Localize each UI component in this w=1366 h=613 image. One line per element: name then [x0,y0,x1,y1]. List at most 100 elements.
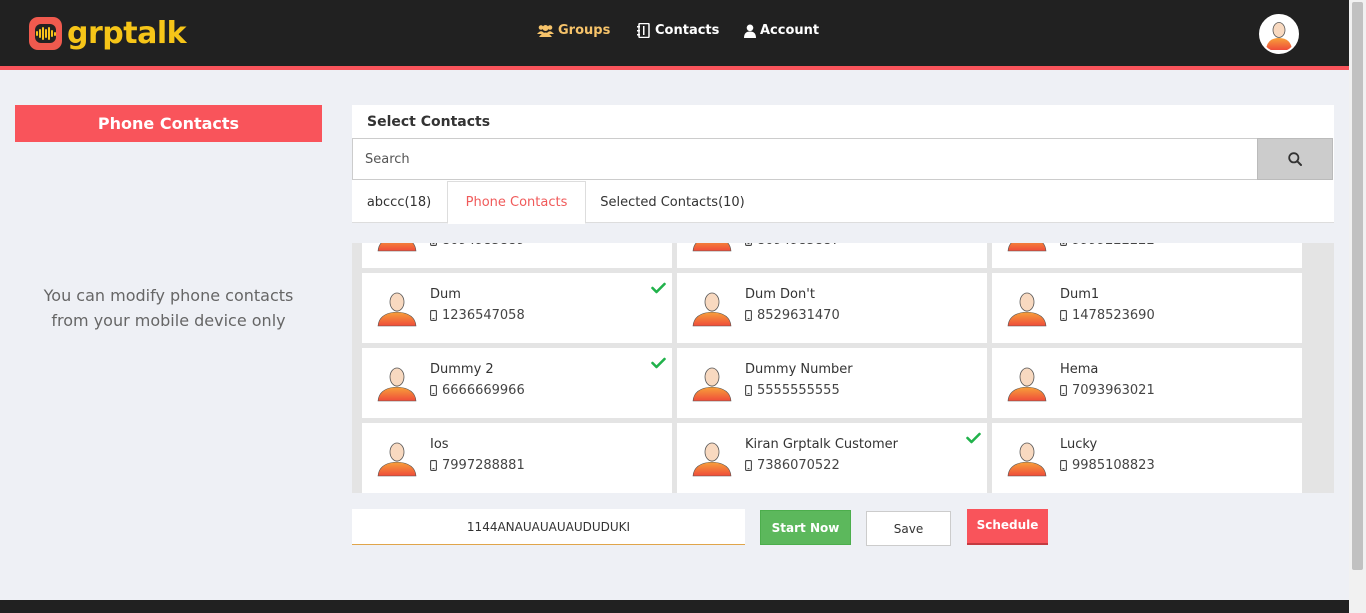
note-line-1: You can modify phone contacts [43,286,294,305]
nav-contacts-label: Contacts [655,23,720,38]
contact-avatar [377,366,417,402]
contact-avatar [377,243,417,252]
contact-phone-number: 9999222222 [1072,243,1155,248]
contact-avatar [1007,291,1047,327]
grid-scrollbar[interactable] [1304,243,1334,493]
contact-phone: 7093963021 [1060,383,1155,398]
mobile-icon [430,385,437,396]
contact-phone: 8094985889 [430,243,525,248]
start-now-button[interactable]: Start Now [760,510,851,545]
contact-avatar-icon [1007,243,1047,252]
address-book-icon [637,23,650,38]
contact-avatar [377,291,417,327]
schedule-button[interactable]: Schedule [967,509,1048,545]
contact-avatar-icon [377,292,417,327]
tab-abccc[interactable]: abccc(18) [352,181,446,223]
contact-phone-number: 8094985889 [442,243,525,248]
contact-card[interactable]: Dum1 1478523690 [992,273,1302,343]
contact-avatar-icon [692,367,732,402]
contact-avatar [692,243,732,252]
page-scrollbar[interactable] [1349,0,1366,613]
contact-card[interactable]: Ios 7997288881 [362,423,672,493]
contact-phone: 8529631470 [745,308,840,323]
contact-name: Lucky [1060,437,1098,452]
contact-avatar-icon [377,367,417,402]
contact-card[interactable]: Dum 1236547058 [362,273,672,343]
mobile-icon [745,310,752,321]
contact-phone-number: 8094985887 [757,243,840,248]
contact-card[interactable]: Lucky 9985108823 [992,423,1302,493]
contact-avatar [1007,243,1047,252]
contact-card[interactable]: Hema 7093963021 [992,348,1302,418]
contact-name: Ios [430,437,449,452]
contact-tabs: abccc(18) Phone Contacts Selected Contac… [352,181,1334,224]
contact-phone-number: 5555555555 [757,383,840,398]
tab-selected-contacts[interactable]: Selected Contacts(10) [591,181,754,223]
selected-check [651,354,666,373]
avatar-icon [1266,22,1292,50]
grptalk-logo[interactable]: grptalk [29,15,187,51]
check-icon [651,357,666,369]
group-name-input[interactable] [352,509,745,545]
footer-bar [0,600,1349,613]
contact-name: Dum1 [1060,287,1100,302]
contact-phone: 6666669966 [430,383,525,398]
profile-avatar[interactable] [1259,14,1299,54]
check-icon [966,432,981,444]
mobile-icon [1060,460,1067,471]
contact-phone: 8094985887 [745,243,840,248]
contact-card[interactable]: Kiran Grptalk Customer 7386070522 [677,423,987,493]
contact-avatar-icon [692,243,732,252]
phone-contacts-header: Phone Contacts [15,105,322,142]
contact-phone-number: 9985108823 [1072,458,1155,473]
mobile-icon [430,310,437,321]
selected-check [651,279,666,298]
search-button[interactable] [1257,138,1333,180]
contact-card[interactable]: Dummy 2 6666669966 [362,348,672,418]
contact-card[interactable]: Dummy Number 5555555555 [677,348,987,418]
mobile-icon [430,243,437,246]
nav-account-label: Account [760,23,820,38]
contact-phone: 1478523690 [1060,308,1155,323]
contact-phone-number: 8529631470 [757,308,840,323]
contact-avatar [692,291,732,327]
contact-phone: 1236547058 [430,308,525,323]
mobile-icon [1060,385,1067,396]
contact-avatar-icon [377,243,417,252]
contact-name: Dummy Number [745,362,853,377]
nav-account[interactable]: Account [744,23,819,38]
modify-contacts-note: You can modify phone contacts from your … [15,283,322,333]
contact-card-partial[interactable]: 8094985889 [362,243,672,268]
mobile-icon [745,460,752,471]
contact-phone: 7386070522 [745,458,840,473]
tab-phone-contacts[interactable]: Phone Contacts [447,181,586,224]
contact-phone-number: 1478523690 [1072,308,1155,323]
scrollbar-thumb[interactable] [1352,2,1363,570]
contact-card[interactable]: Dum Don't 8529631470 [677,273,987,343]
mobile-icon [745,385,752,396]
navbar-accent-line [0,66,1349,70]
save-button[interactable]: Save [866,511,951,546]
contact-avatar-icon [1007,442,1047,477]
contact-card-partial[interactable]: 9999222222 [992,243,1302,268]
selected-check [966,429,981,448]
contact-avatar-icon [692,292,732,327]
nav-groups-label: Groups [558,23,611,38]
nav-groups[interactable]: Groups [537,23,610,38]
contact-phone: 5555555555 [745,383,840,398]
logo-text: grptalk [67,15,187,51]
contact-avatar [692,441,732,477]
nav-contacts[interactable]: Contacts [637,23,719,38]
mobile-icon [1060,243,1067,246]
check-icon [651,282,666,294]
contact-name: Kiran Grptalk Customer [745,437,898,452]
contact-avatar [1007,441,1047,477]
contact-avatar-icon [1007,292,1047,327]
search-input[interactable] [352,138,1258,180]
contact-avatar-icon [692,442,732,477]
contacts-grid[interactable]: 8094985889 8094985887 9999222222 Dum 1236547… [352,243,1334,493]
contact-phone-number: 6666669966 [442,383,525,398]
contact-card-partial[interactable]: 8094985887 [677,243,987,268]
mobile-icon [1060,310,1067,321]
contact-phone: 9999222222 [1060,243,1155,248]
